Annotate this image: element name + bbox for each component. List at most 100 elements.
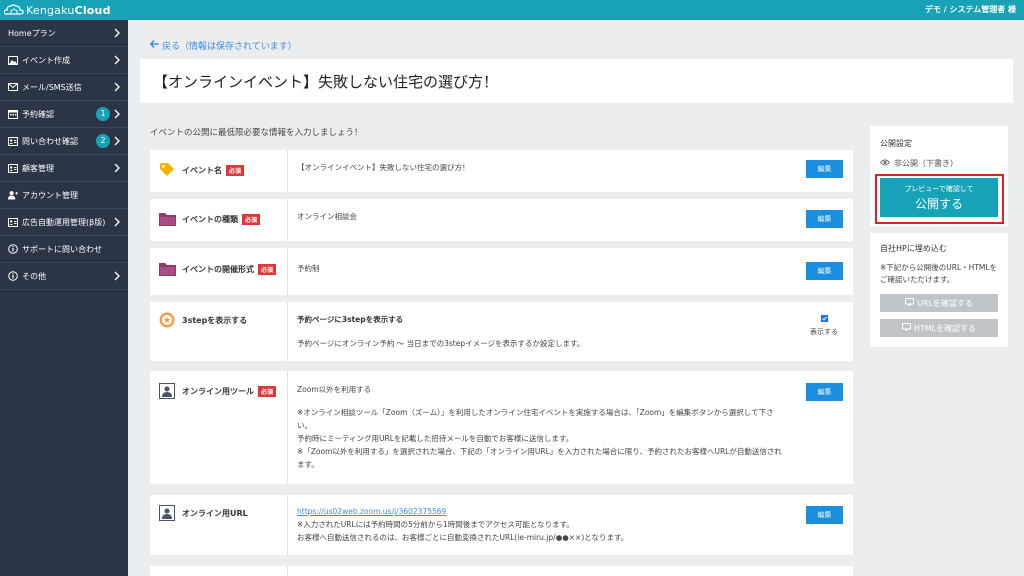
- chevron-right-icon: [113, 136, 121, 146]
- embed-panel: 自社HPに埋め込む ※下記から公開後のURL・HTMLをご確認いただけます。 U…: [870, 233, 1008, 347]
- sidebar-item-home-plan[interactable]: Homeプラン: [0, 20, 128, 47]
- back-link-label: 戻る（情報は保存されています）: [162, 42, 297, 52]
- publish-button-sub: プレビューで確認して: [904, 185, 974, 193]
- eye-icon: [879, 159, 891, 168]
- online-url-note: お客様へ自動送信されるのは、お客様ごとに自動変換されたURL(ie-miru.j…: [297, 533, 629, 542]
- show-3step-checkbox[interactable]: [821, 315, 828, 322]
- row-label-text: イベントの開催形式: [182, 264, 254, 274]
- show-3step-label[interactable]: 表示する: [810, 327, 838, 337]
- folder-icon: [158, 261, 176, 277]
- chevron-right-icon: [113, 28, 121, 38]
- online-url-link[interactable]: https://us02web.zoom.us/j/3602375569: [297, 505, 446, 518]
- calendar-icon: [8, 109, 18, 119]
- chevron-right-icon: [113, 109, 121, 119]
- sidebar-item-reservations[interactable]: 予約確認 1: [0, 101, 128, 128]
- sidebar: Homeプラン イベント作成 メール/SMS送信 予約確認 1 問い合わせ確認 …: [0, 20, 128, 576]
- logo[interactable]: KengakuCloud: [4, 2, 111, 18]
- badge-star-icon: [158, 312, 176, 328]
- sidebar-item-other[interactable]: その他: [0, 263, 128, 290]
- required-badge: 必須: [242, 213, 261, 225]
- folder-icon: [158, 211, 176, 227]
- publish-panel: 公開設定 非公開（下書き） プレビューで確認して 公開する: [870, 126, 1008, 226]
- sidebar-item-support[interactable]: サポートに問い合わせ: [0, 236, 128, 263]
- sidebar-item-label: サポートに問い合わせ: [22, 244, 102, 254]
- chevron-right-icon: [113, 271, 121, 281]
- event-format-value: 予約制: [297, 264, 320, 273]
- user-plus-icon: [8, 190, 18, 200]
- event-type-value: オンライン相談会: [297, 212, 357, 221]
- monitor-icon: [901, 323, 911, 333]
- row-label-text: オンライン用URL: [182, 508, 248, 518]
- logo-text-bold: Cloud: [74, 3, 111, 17]
- online-tool-note: ※「Zoom以外を利用する」を選択された場合、下記の「オンライン用URL」を入力…: [297, 447, 782, 456]
- check-html-label: HTMLを確認する: [913, 323, 977, 333]
- envelope-icon: [8, 82, 18, 92]
- row-label-text: イベントの種類: [182, 214, 238, 224]
- 3step-description: 予約ページにオンライン予約 ～ 当日までの3stepイメージを表示するか設定しま…: [297, 339, 585, 348]
- row-online-url: オンライン用URL https://us02web.zoom.us/j/3602…: [150, 495, 853, 555]
- chevron-right-icon: [113, 55, 121, 65]
- sidebar-item-label: イベント作成: [22, 55, 70, 65]
- tag-icon: [158, 162, 176, 178]
- online-tool-value: Zoom以外を利用する: [297, 385, 372, 394]
- user-card-icon: [158, 505, 176, 521]
- monitor-icon: [905, 298, 915, 308]
- house-cloud-icon: [4, 4, 24, 16]
- row-3step: 3stepを表示する 予約ページに3stepを表示する 予約ページにオンライン予…: [150, 302, 853, 361]
- edit-button[interactable]: 編集: [806, 506, 843, 524]
- required-badge: 必須: [258, 263, 277, 275]
- row-event-format: イベントの開催形式 必須 予約制 編集: [150, 248, 853, 295]
- row-event-type: イベントの種類 必須 オンライン相談会 編集: [150, 199, 853, 241]
- sidebar-item-label: アカウント管理: [22, 190, 78, 200]
- preview-publish-button[interactable]: プレビューで確認して 公開する: [880, 178, 998, 217]
- sidebar-item-accounts[interactable]: アカウント管理: [0, 182, 128, 209]
- required-badge: 必須: [258, 385, 277, 397]
- logo-text-light: Kengaku: [26, 3, 75, 17]
- sidebar-item-label: 顧客管理: [22, 163, 54, 173]
- edit-button[interactable]: 編集: [806, 160, 843, 178]
- online-tool-note: い。: [297, 421, 312, 430]
- count-badge: 2: [96, 134, 110, 148]
- check-html-button[interactable]: HTMLを確認する: [880, 319, 998, 337]
- edit-button[interactable]: 編集: [806, 210, 843, 228]
- row-label-text: 3stepを表示する: [182, 315, 248, 325]
- count-badge: 1: [96, 107, 110, 121]
- edit-button[interactable]: 編集: [806, 383, 843, 401]
- id-card-icon: [8, 136, 18, 146]
- sidebar-item-ad-management[interactable]: 広告自動運用管理(β版): [0, 209, 128, 236]
- arrow-left-icon: [149, 39, 159, 51]
- check-url-label: URLを確認する: [917, 298, 973, 308]
- sidebar-item-event-create[interactable]: イベント作成: [0, 47, 128, 74]
- check-url-button[interactable]: URLを確認する: [880, 294, 998, 312]
- top-bar: KengakuCloud デモ / システム管理者 様: [0, 0, 1024, 20]
- back-link[interactable]: 戻る（情報は保存されています）: [149, 39, 297, 52]
- chevron-right-icon: [113, 217, 121, 227]
- row-event-name: イベント名 必須 【オンラインイベント】失敗しない住宅の選び方！ 編集: [150, 150, 853, 192]
- sidebar-item-label: 予約確認: [22, 109, 54, 119]
- chevron-right-icon: [113, 163, 121, 173]
- id-card-icon: [8, 163, 18, 173]
- row-label-text: イベント名: [182, 165, 222, 175]
- sidebar-item-label: 問い合わせ確認: [22, 136, 78, 146]
- online-tool-note: ※オンライン相談ツール「Zoom（ズーム）」を利用したオンライン住宅イベントを実…: [297, 408, 774, 417]
- image-icon: [8, 55, 18, 65]
- id-card-icon: [8, 217, 18, 227]
- required-badge: 必須: [226, 164, 245, 176]
- 3step-title: 予約ページに3stepを表示する: [297, 315, 404, 324]
- sidebar-item-inquiries[interactable]: 問い合わせ確認 2: [0, 128, 128, 155]
- edit-button[interactable]: 編集: [806, 262, 843, 280]
- online-tool-note: 予約時にミーティング用URLを記載した招待メールを自動でお客様に送信します。: [297, 434, 574, 443]
- sidebar-item-label: Homeプラン: [8, 28, 56, 38]
- row-online-tool: オンライン用ツール 必須 Zoom以外を利用する ※オンライン相談ツール「Zoo…: [150, 371, 853, 484]
- publish-button-main: 公開する: [914, 197, 963, 211]
- sidebar-item-label: 広告自動運用管理(β版): [22, 217, 106, 227]
- info-circle-icon: [8, 271, 18, 281]
- sidebar-item-label: メール/SMS送信: [22, 82, 82, 92]
- user-name[interactable]: デモ / システム管理者 様: [925, 4, 1016, 15]
- page-title: 【オンラインイベント】失敗しない住宅の選び方！: [153, 73, 499, 91]
- sidebar-item-mail-sms[interactable]: メール/SMS送信: [0, 74, 128, 101]
- sidebar-item-customers[interactable]: 顧客管理: [0, 155, 128, 182]
- user-card-icon: [158, 383, 176, 399]
- sidebar-item-label: その他: [22, 271, 46, 281]
- row-next: [150, 566, 853, 576]
